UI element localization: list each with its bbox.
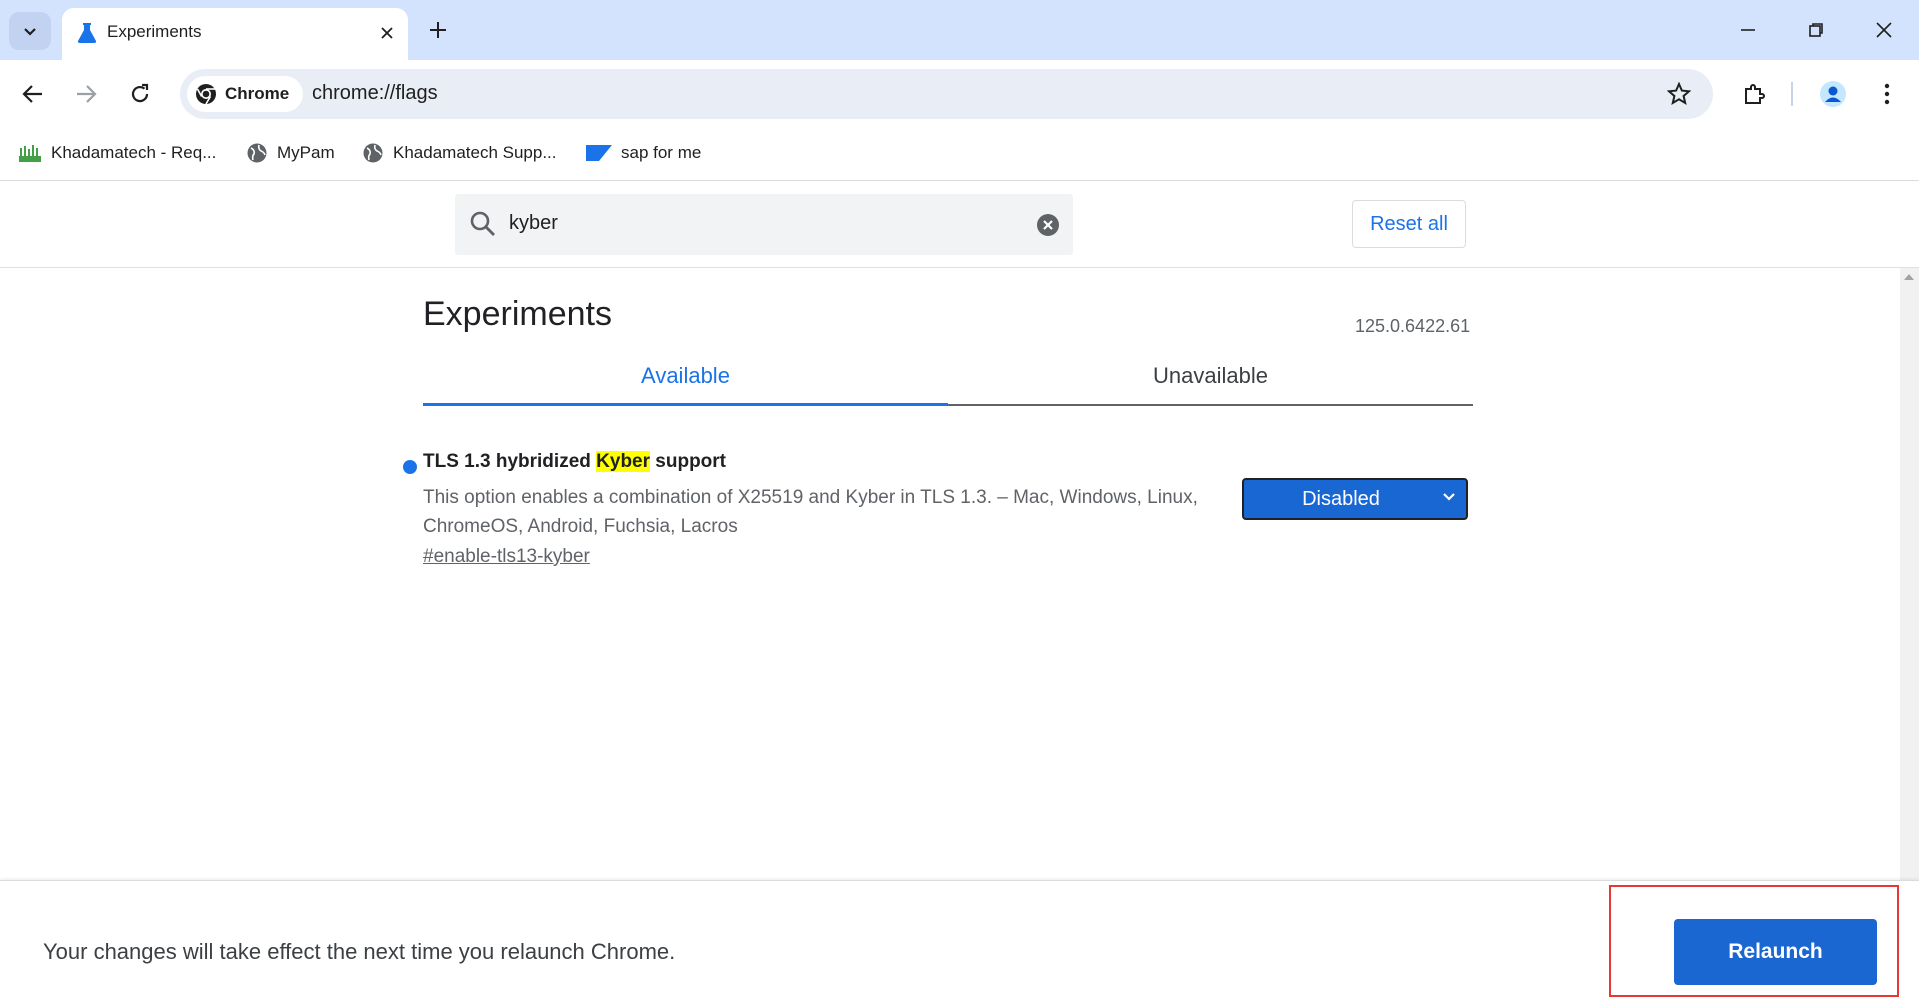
scrollbar[interactable]	[1900, 268, 1919, 880]
relaunch-footer: Your changes will take effect the next t…	[0, 880, 1919, 1007]
star-icon	[1667, 82, 1691, 106]
extensions-button[interactable]	[1734, 74, 1774, 114]
bookmark-label: MyPam	[277, 143, 335, 162]
bookmark-star-button[interactable]	[1663, 78, 1695, 110]
toolbar-separator	[1791, 82, 1793, 106]
select-value: Disabled	[1302, 488, 1380, 510]
khadamatech-icon	[19, 145, 41, 162]
tab-search-button[interactable]	[9, 12, 51, 50]
toolbar: Chrome chrome://flags	[0, 60, 1919, 127]
chrome-icon	[196, 84, 216, 105]
plus-icon	[430, 22, 446, 38]
search-input[interactable]: kyber	[509, 212, 558, 235]
tab-title: Experiments	[107, 22, 202, 41]
page-title: Experiments	[423, 295, 612, 333]
search-match-highlight: Kyber	[596, 451, 651, 472]
back-button[interactable]	[13, 74, 53, 114]
avatar-icon	[1820, 81, 1846, 107]
url-text[interactable]: chrome://flags	[312, 82, 438, 105]
flags-tabs: Available Unavailable	[423, 348, 1473, 406]
reload-button[interactable]	[120, 74, 160, 114]
bookmark-label: sap for me	[621, 143, 702, 162]
clear-search-icon[interactable]	[1036, 213, 1060, 237]
restore-icon	[1809, 23, 1823, 37]
tab-unavailable[interactable]: Unavailable	[948, 348, 1473, 404]
experiment-tls13-kyber: TLS 1.3 hybridized Kyber support This op…	[400, 451, 1480, 571]
arrow-right-icon	[77, 85, 97, 103]
tab-close-icon[interactable]	[374, 20, 400, 46]
tab-strip: Experiments	[0, 0, 1919, 60]
globe-icon	[363, 143, 383, 163]
experiment-state-select[interactable]: Disabled	[1242, 478, 1468, 520]
close-window-button[interactable]	[1860, 10, 1908, 50]
arrow-left-icon	[22, 85, 42, 103]
reload-icon	[131, 83, 149, 103]
puzzle-icon	[1745, 84, 1765, 104]
bookmarks-bar: Khadamatech - Req... MyPam Khadamatech S…	[0, 127, 1919, 181]
search-field[interactable]: kyber	[455, 194, 1073, 255]
profile-button[interactable]	[1813, 74, 1853, 114]
flags-header: kyber Reset all	[0, 181, 1919, 268]
bookmark-sap-for-me[interactable]: sap for me	[586, 139, 701, 167]
restore-button[interactable]	[1792, 10, 1840, 50]
tab-available[interactable]: Available	[423, 348, 948, 406]
relaunch-message: Your changes will take effect the next t…	[43, 939, 676, 964]
experiment-title-text: support	[650, 451, 727, 472]
active-tab[interactable]: Experiments	[62, 8, 408, 60]
omnibox[interactable]: Chrome chrome://flags	[180, 69, 1713, 119]
experiment-permalink[interactable]: #enable-tls13-kyber	[423, 546, 590, 568]
site-chip[interactable]: Chrome	[187, 76, 304, 112]
modified-indicator	[403, 460, 417, 474]
search-icon	[470, 211, 495, 236]
bookmark-khadamatech-supp[interactable]: Khadamatech Supp...	[362, 139, 557, 167]
minimize-icon	[1741, 29, 1755, 31]
bookmark-mypam[interactable]: MyPam	[246, 139, 335, 167]
flags-content: Experiments 125.0.6422.61 Available Unav…	[0, 268, 1900, 880]
bookmark-label: Khadamatech Supp...	[393, 143, 557, 162]
flask-icon	[74, 20, 100, 46]
globe-icon	[247, 143, 267, 163]
bookmark-khadamatech-req[interactable]: Khadamatech - Req...	[18, 139, 216, 167]
forward-button[interactable]	[66, 74, 106, 114]
experiment-title-text: TLS 1.3 hybridized	[423, 451, 597, 472]
version-label: 125.0.6422.61	[1355, 316, 1471, 336]
minimize-button[interactable]	[1724, 10, 1772, 50]
chevron-down-icon	[24, 28, 36, 36]
relaunch-button[interactable]: Relaunch	[1674, 919, 1877, 985]
sap-icon	[586, 145, 612, 161]
kebab-menu-icon	[1884, 83, 1890, 105]
chip-label: Chrome	[225, 84, 290, 103]
close-icon	[1876, 22, 1892, 38]
new-tab-button[interactable]	[422, 14, 454, 46]
menu-button[interactable]	[1867, 74, 1907, 114]
reset-all-button[interactable]: Reset all	[1352, 200, 1466, 248]
scroll-up-arrow-icon[interactable]	[1904, 274, 1914, 280]
chevron-down-icon	[1443, 493, 1455, 501]
experiment-description: This option enables a combination of X25…	[423, 487, 1198, 537]
experiment-title: TLS 1.3 hybridized Kyber support	[423, 451, 726, 473]
bookmark-label: Khadamatech - Req...	[51, 143, 217, 162]
